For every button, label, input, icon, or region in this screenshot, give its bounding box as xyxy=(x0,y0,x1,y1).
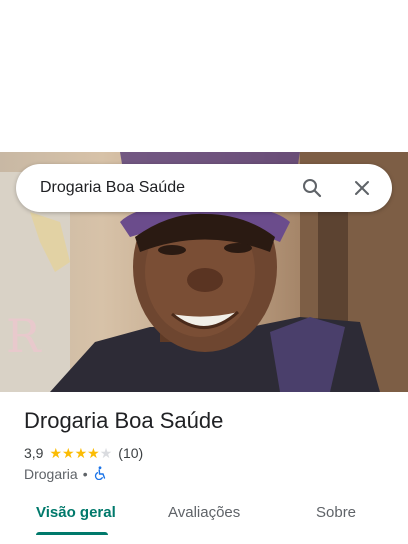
search-input[interactable]: Drogaria Boa Saúde xyxy=(40,179,300,197)
search-icon[interactable] xyxy=(300,176,324,200)
star-full-icon: ★ xyxy=(62,445,75,461)
star-full-icon: ★ xyxy=(74,445,88,461)
star-full-icon: ★ xyxy=(49,445,63,461)
category-row: Drogaria • xyxy=(24,465,107,483)
active-tab-indicator xyxy=(36,532,108,535)
rating-row[interactable]: 3,9 ★ ★ ★ ★ ★ (10) xyxy=(24,444,143,462)
place-category: Drogaria xyxy=(24,466,78,482)
blank-header-area xyxy=(0,0,408,152)
star-empty-icon: ★ xyxy=(99,445,113,461)
star-full-icon: ★ xyxy=(87,445,100,461)
tab-overview[interactable]: Visão geral xyxy=(36,504,116,521)
svg-text:R: R xyxy=(6,309,42,363)
review-count[interactable]: (10) xyxy=(118,445,143,461)
place-tabs: Visão geral Avaliações Sobre xyxy=(0,492,408,544)
tab-about[interactable]: Sobre xyxy=(316,504,356,521)
place-title: Drogaria Boa Saúde xyxy=(24,408,224,433)
close-icon[interactable] xyxy=(350,176,374,200)
separator-dot: • xyxy=(82,466,88,482)
rating-stars: ★ ★ ★ ★ ★ xyxy=(49,446,112,460)
search-bar[interactable]: Drogaria Boa Saúde xyxy=(16,164,392,212)
rating-value: 3,9 xyxy=(24,445,44,461)
wheelchair-icon xyxy=(93,465,107,483)
tab-reviews[interactable]: Avaliações xyxy=(168,504,240,521)
